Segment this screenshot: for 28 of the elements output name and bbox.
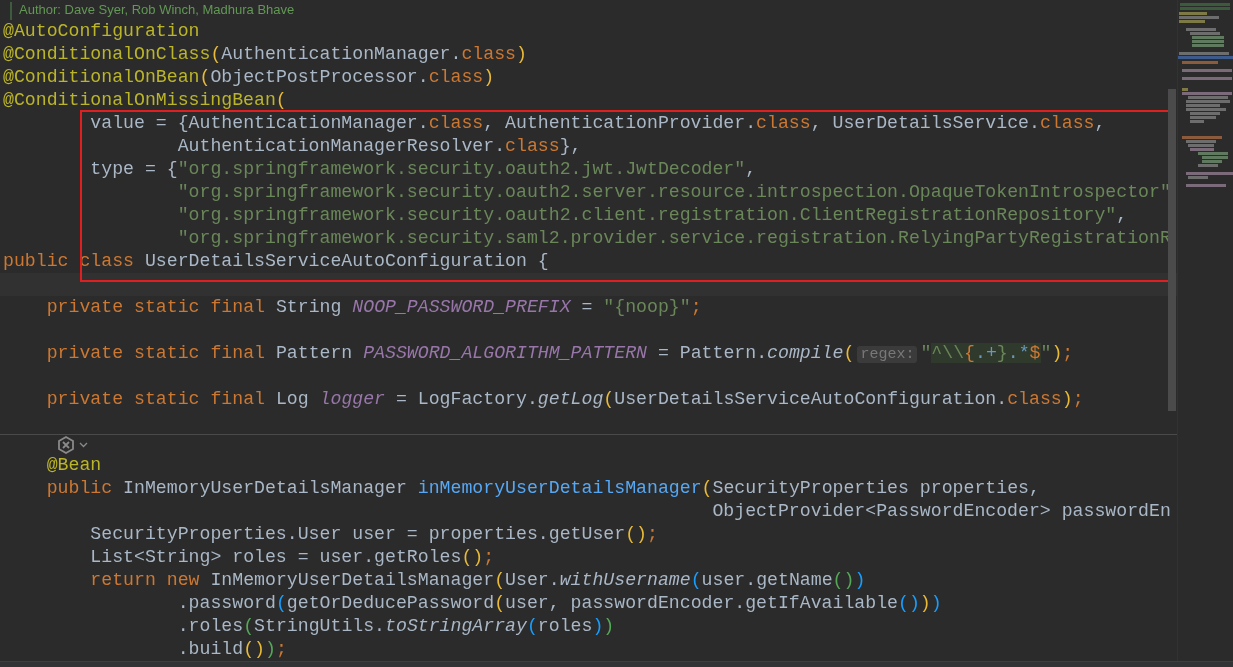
code-line: "org.springframework.security.oauth2.client.registration.ClientRegistrationRepository",	[177, 204, 1128, 227]
code-line: private static final Log logger = LogFactory.getLog(UserDetailsServiceAutoConfiguration.class);	[46, 388, 1084, 411]
code-line: public InMemoryUserDetailsManager inMemoryUserDetailsManager(SecurityProperties properties,	[46, 477, 1040, 500]
minimap-drawing[interactable]	[1178, 0, 1233, 190]
code-line: @Bean	[46, 454, 102, 477]
code-line: @ConditionalOnMissingBean(	[3, 89, 287, 112]
code-line: .roles(StringUtils.toStringArray(roles))	[177, 615, 615, 638]
code-line: AuthenticationManagerResolver.class},	[177, 135, 582, 158]
scrollbar-thumb[interactable]	[1168, 89, 1176, 411]
code-line: type = {"org.springframework.security.oauth2.jwt.JwtDecoder",	[90, 158, 757, 181]
code-line: @ConditionalOnClass(AuthenticationManager.class)	[3, 43, 527, 66]
code-line: public class UserDetailsServiceAutoConfiguration {	[3, 250, 549, 273]
code-line: ObjectProvider<PasswordEncoder> passwordEn	[712, 500, 1171, 523]
code-line: "org.springframework.security.oauth2.server.resource.introspection.OpaqueTokenIntrospector"	[177, 181, 1171, 204]
doc-comment: Author: Dave Syer, Rob Winch, Madhura Bhave	[19, 2, 295, 17]
code-line: value = {AuthenticationManager.class, AuthenticationProvider.class, UserDetailsService.class,	[90, 112, 1106, 135]
code-line: .build());	[177, 638, 287, 661]
code-line: return new InMemoryUserDetailsManager(User.withUsername(user.getName())	[90, 569, 866, 592]
code-line: SecurityProperties.User user = properties.getUser();	[90, 523, 658, 546]
code-line: @ConditionalOnBean(ObjectPostProcessor.class)	[3, 66, 495, 89]
code-line: private static final Pattern PASSWORD_ALGORITHM_PATTERN = Pattern.compile( regex: "^\\{.+}.*$");	[46, 342, 1074, 365]
code-line: .password(getOrDeducePassword(user, passwordEncoder.getIfAvailable()))	[177, 592, 942, 615]
code-line: private static final String NOOP_PASSWORD_PREFIX = "{noop}";	[46, 296, 702, 319]
code-line: List<String> roles = user.getRoles();	[90, 546, 495, 569]
hexagon-icon[interactable]	[57, 436, 75, 454]
code-line: @AutoConfiguration	[3, 20, 200, 43]
code-line: "org.springframework.security.saml2.provider.service.registration.RelyingPartyRegistrationR	[177, 227, 1171, 250]
chevron-down-icon[interactable]	[79, 442, 88, 448]
